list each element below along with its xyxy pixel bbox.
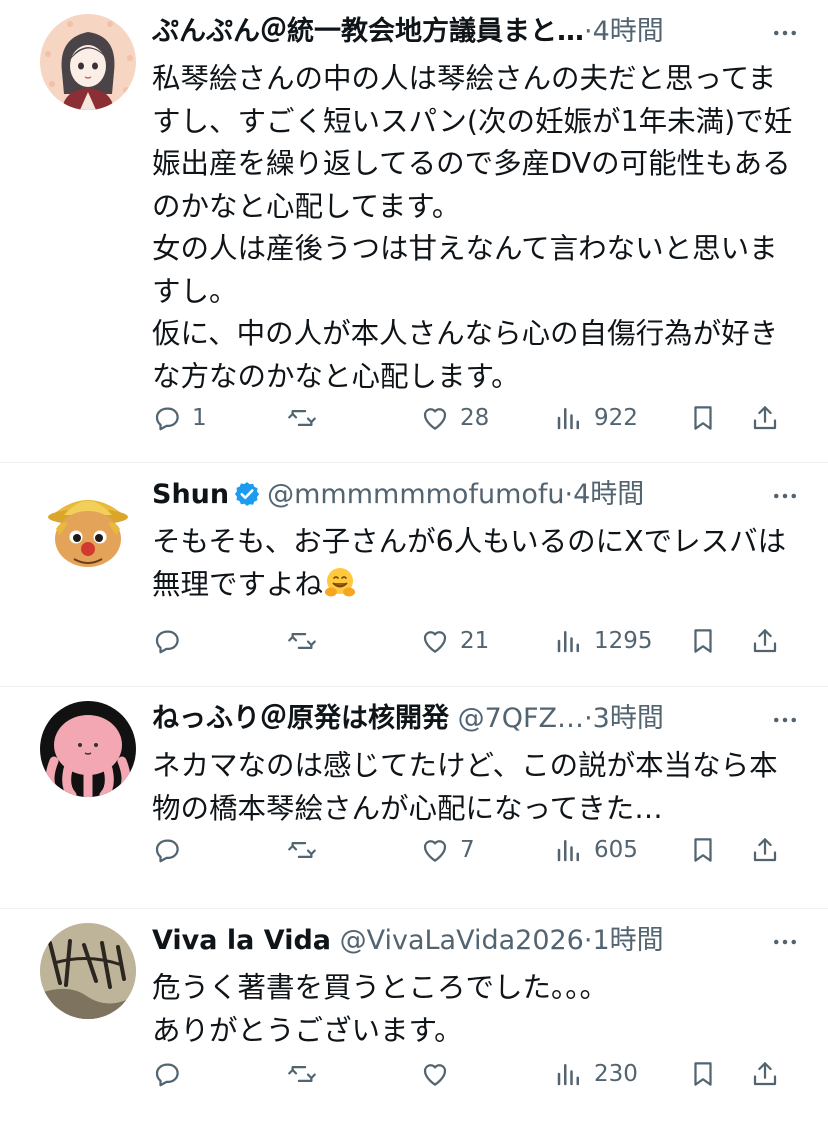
tweet-text: 危うく著書を買うところでした。。。 ありがとうございます。: [152, 971, 609, 1047]
user-handle[interactable]: @7QFZ…: [458, 703, 584, 734]
like-button[interactable]: 7: [420, 828, 475, 872]
views-button[interactable]: 922: [554, 396, 638, 440]
reply-button[interactable]: [152, 828, 192, 872]
tweet[interactable]: Shun @mmmmmmofumofu·4時間 そもそも、お子さんが6人もいるのに…: [0, 463, 828, 687]
views-count: 230: [594, 1061, 638, 1087]
like-button[interactable]: 21: [420, 619, 489, 663]
timestamp[interactable]: 3時間: [593, 703, 664, 734]
avatar[interactable]: [40, 477, 136, 573]
tweet-text: 私琴絵さんの中の人は琴絵さんの夫だと思ってますし、すごく短いスパン(次の妊娠が1…: [152, 62, 793, 393]
reply-count: 1: [192, 405, 207, 431]
reply-button[interactable]: [152, 1052, 192, 1096]
tweet-actions: 1 28 922: [152, 396, 800, 440]
display-name[interactable]: ねっふり＠原発は核開発: [152, 703, 449, 734]
like-count: 28: [460, 405, 490, 431]
retweet-button[interactable]: [287, 619, 327, 663]
bookmark-icon: [688, 1059, 718, 1089]
display-name[interactable]: Shun: [152, 479, 229, 510]
retweet-icon: [287, 835, 317, 865]
tweet[interactable]: ぷんぷん＠統一教会地方議員まと…·4時間 私琴絵さんの中の人は琴絵さんの夫だと思…: [0, 0, 828, 463]
like-count: 21: [460, 628, 490, 654]
separator-dot: ·: [584, 16, 593, 47]
views-bar-chart-icon: [554, 1059, 584, 1089]
display-name[interactable]: ぷんぷん＠統一教会地方議員まと…: [152, 16, 584, 47]
views-count: 922: [594, 405, 638, 431]
views-button[interactable]: 605: [554, 828, 638, 872]
share-button[interactable]: [750, 828, 780, 872]
separator-dot: ·: [564, 479, 574, 510]
user-handle[interactable]: @VivaLaVida2026: [340, 925, 584, 956]
tweet-text: そもそも、お子さんが6人もいるのにXでレスバは無理ですよね: [152, 521, 800, 606]
timestamp[interactable]: 4時間: [573, 479, 644, 510]
bookmark-icon: [688, 835, 718, 865]
retweet-icon: [287, 626, 317, 656]
timestamp[interactable]: 4時間: [593, 16, 664, 47]
views-button[interactable]: 230: [554, 1052, 638, 1096]
like-button[interactable]: 28: [420, 396, 489, 440]
tweet-header: Shun @mmmmmmofumofu·4時間: [152, 475, 800, 515]
tweet-actions: 21 1295: [152, 619, 800, 663]
views-bar-chart-icon: [554, 835, 584, 865]
separator-dot: ·: [584, 703, 593, 734]
more-horizontal-icon[interactable]: [770, 705, 800, 735]
bookmark-button[interactable]: [688, 619, 718, 663]
share-upload-icon: [750, 626, 780, 656]
tweet-actions: 230: [152, 1052, 800, 1096]
reply-button[interactable]: [152, 619, 192, 663]
share-button[interactable]: [750, 1052, 780, 1096]
more-horizontal-icon[interactable]: [770, 18, 800, 48]
reply-button[interactable]: 1: [152, 396, 207, 440]
tweet-text: ネカマなのは感じてたけど、この説が本当なら本物の橋本琴絵さんが心配になってきた…: [152, 749, 778, 825]
more-horizontal-icon[interactable]: [770, 927, 800, 957]
like-count: 7: [460, 837, 475, 863]
views-bar-chart-icon: [554, 626, 584, 656]
tweet-header: ぷんぷん＠統一教会地方議員まと…·4時間: [152, 12, 800, 52]
heart-icon: [420, 403, 450, 433]
tweet-header: Viva la Vida @VivaLaVida2026·1時間: [152, 921, 800, 961]
verified-badge-icon: [233, 480, 261, 508]
tweet[interactable]: ねっふり＠原発は核開発 @7QFZ…·3時間 ネカマなのは感じてたけど、この説が…: [0, 687, 828, 909]
bookmark-icon: [688, 626, 718, 656]
bookmark-button[interactable]: [688, 828, 718, 872]
reply-bubble-icon: [152, 835, 182, 865]
heart-icon: [420, 626, 450, 656]
share-button[interactable]: [750, 619, 780, 663]
avatar[interactable]: [40, 923, 136, 1019]
tweet[interactable]: Viva la Vida @VivaLaVida2026·1時間 危うく著書を買…: [0, 909, 828, 1122]
like-button[interactable]: [420, 1052, 460, 1096]
share-upload-icon: [750, 403, 780, 433]
bookmark-button[interactable]: [688, 1052, 718, 1096]
hugging-face-emoji-icon: [323, 566, 357, 600]
reply-bubble-icon: [152, 626, 182, 656]
retweet-icon: [287, 1059, 317, 1089]
tweet-text-body: そもそも、お子さんが6人もいるのにXでレスバは無理ですよね: [152, 525, 787, 601]
user-handle[interactable]: @mmmmmmofumofu: [267, 479, 564, 510]
avatar[interactable]: [40, 14, 136, 110]
share-upload-icon: [750, 835, 780, 865]
bookmark-button[interactable]: [688, 396, 718, 440]
reply-feed: ぷんぷん＠統一教会地方議員まと…·4時間 私琴絵さんの中の人は琴絵さんの夫だと思…: [0, 0, 828, 1122]
share-button[interactable]: [750, 396, 780, 440]
views-bar-chart-icon: [554, 403, 584, 433]
display-name[interactable]: Viva la Vida: [152, 925, 331, 956]
retweet-button[interactable]: [287, 828, 327, 872]
retweet-icon: [287, 403, 317, 433]
views-button[interactable]: 1295: [554, 619, 653, 663]
views-count: 1295: [594, 628, 653, 654]
tweet-header: ねっふり＠原発は核開発 @7QFZ…·3時間: [152, 699, 800, 739]
bookmark-icon: [688, 403, 718, 433]
heart-icon: [420, 835, 450, 865]
share-upload-icon: [750, 1059, 780, 1089]
timestamp[interactable]: 1時間: [592, 925, 663, 956]
more-horizontal-icon[interactable]: [770, 481, 800, 511]
heart-icon: [420, 1059, 450, 1089]
views-count: 605: [594, 837, 638, 863]
tweet-actions: 7 605: [152, 828, 800, 872]
retweet-button[interactable]: [287, 1052, 327, 1096]
reply-bubble-icon: [152, 1059, 182, 1089]
retweet-button[interactable]: [287, 396, 327, 440]
reply-bubble-icon: [152, 403, 182, 433]
avatar[interactable]: [40, 701, 136, 797]
